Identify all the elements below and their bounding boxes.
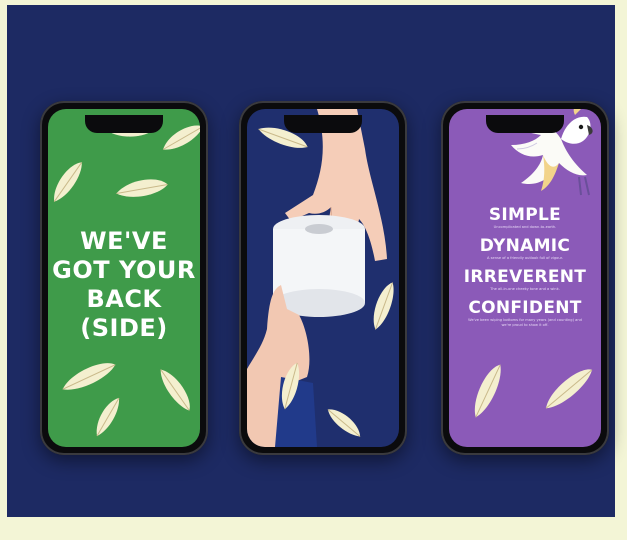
value-description: The all-in-one cheeky tone and a wink. — [490, 287, 560, 291]
value-description: We've been wiping bottoms for many years… — [468, 318, 582, 327]
feather-icon — [474, 364, 501, 418]
phone-notch — [284, 115, 362, 133]
hands-toilet-roll-image — [247, 109, 387, 447]
slogan-line: WE'VE — [80, 227, 168, 255]
slogan-line: (SIDE) — [80, 314, 168, 342]
value-item: IRREVERENT The all-in-one cheeky tone an… — [449, 267, 601, 292]
phone-notch — [486, 115, 564, 133]
slogan-line: BACK — [86, 285, 162, 313]
brand-values-list: SIMPLE Uncomplicated and down-to-earth. … — [449, 205, 601, 334]
value-word: IRREVERENT — [463, 267, 587, 287]
feather-icon — [96, 397, 120, 437]
value-word: SIMPLE — [488, 205, 562, 225]
value-word: CONFIDENT — [468, 298, 582, 318]
phone-notch — [85, 115, 163, 133]
value-item: DYNAMIC A sense of a friendly outlook fu… — [449, 236, 601, 261]
feather-icon — [160, 369, 190, 411]
phone-mockup-slogan: WE'VE GOT YOUR BACK (SIDE) — [40, 101, 208, 455]
feather-icon — [545, 369, 593, 409]
feather-icon — [116, 179, 168, 197]
feather-icon — [53, 162, 83, 202]
phone-mockup-values: SIMPLE Uncomplicated and down-to-earth. … — [441, 101, 609, 455]
value-description: A sense of a friendly outlook full of vi… — [487, 256, 563, 260]
showcase-stage: WE'VE GOT YOUR BACK (SIDE) SIMPLE Uncomp… — [7, 5, 615, 517]
slogan-headline: WE'VE GOT YOUR BACK (SIDE) — [48, 227, 200, 343]
feather-icon — [162, 125, 200, 150]
value-description: Uncomplicated and down-to-earth. — [493, 225, 557, 229]
phone-mockup-photo — [239, 101, 407, 455]
phone-screen-photo — [247, 109, 399, 447]
phone-screen-slogan: WE'VE GOT YOUR BACK (SIDE) — [48, 109, 200, 447]
value-word: DYNAMIC — [479, 236, 571, 256]
value-item: SIMPLE Uncomplicated and down-to-earth. — [449, 205, 601, 230]
value-item: CONFIDENT We've been wiping bottoms for … — [449, 298, 601, 328]
phone-screen-values: SIMPLE Uncomplicated and down-to-earth. … — [449, 109, 601, 447]
slogan-line: GOT YOUR — [52, 256, 196, 284]
